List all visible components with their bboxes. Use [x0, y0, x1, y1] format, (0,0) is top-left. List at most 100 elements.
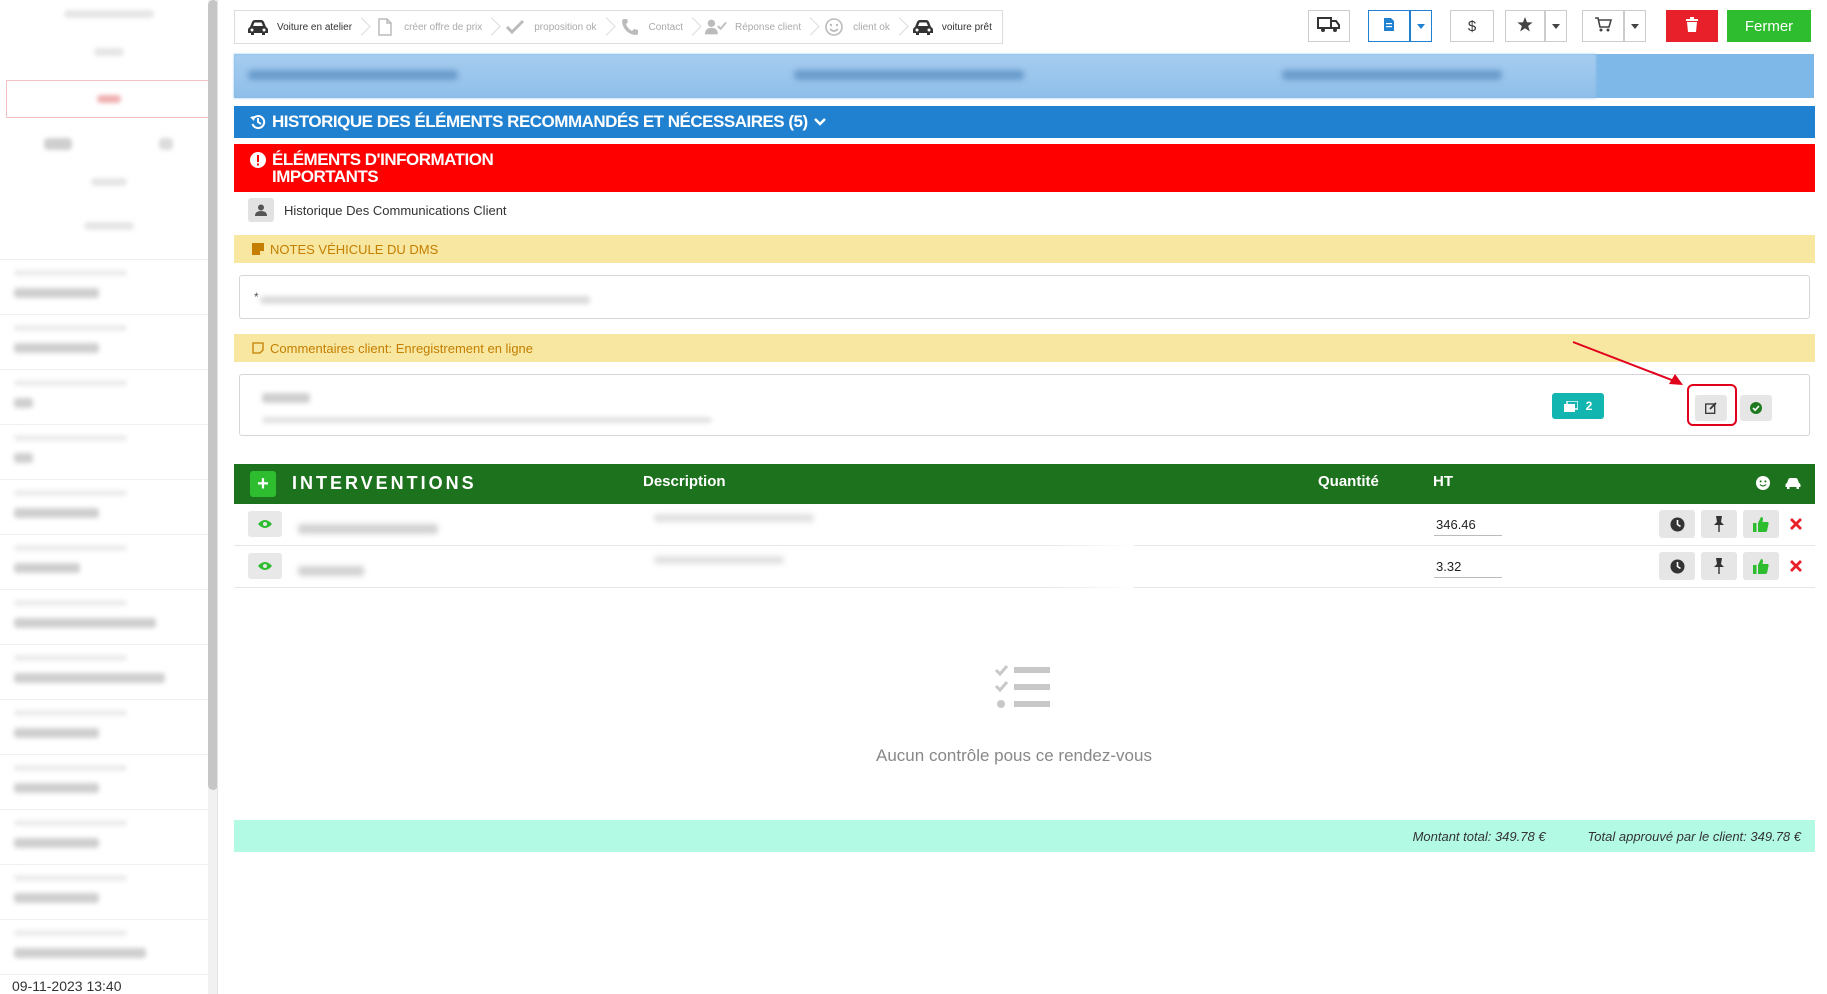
note-icon	[252, 243, 264, 255]
interventions-header: + INTERVENTIONS Description Quantité HT	[234, 464, 1815, 504]
column-ht: HT	[1433, 473, 1453, 490]
step-label: Réponse client	[734, 21, 802, 33]
cart-button[interactable]	[1582, 10, 1624, 42]
images-count: 2	[1585, 399, 1593, 413]
vehicle-transport-button[interactable]	[1308, 10, 1350, 42]
total-amount: Montant total: 349.78 €	[1412, 828, 1546, 844]
empty-state-message: Aucun contrôle pous ce rendez-vous	[876, 746, 1152, 765]
dollar-icon: $	[1467, 17, 1477, 35]
delete-row-button[interactable]	[1786, 512, 1806, 536]
sidebar-field	[0, 645, 217, 700]
step-creer-offre[interactable]: créer offre de prix	[362, 11, 492, 43]
cart-icon	[1594, 16, 1612, 36]
sidebar-field	[0, 590, 217, 645]
dms-notes-title: NOTES VÉHICULE DU DMS	[270, 241, 439, 257]
client-comments-title: Commentaires client: Enregistrement en l…	[270, 340, 534, 356]
step-contact[interactable]: Contact	[607, 11, 693, 43]
totals-bar: Montant total: 349.78 € Total approuvé p…	[234, 820, 1815, 852]
edit-comment-button[interactable]	[1695, 395, 1727, 421]
check-icon	[504, 18, 526, 36]
alert-icon	[250, 152, 266, 168]
approved-total-amount: Total approuvé par le client: 349.78 €	[1587, 828, 1801, 844]
toolbar: Voiture en atelier créer offre de prix p…	[234, 10, 1815, 46]
add-intervention-button[interactable]: +	[250, 471, 276, 497]
sidebar-field	[0, 865, 217, 920]
ht-value[interactable]: 346.46	[1434, 517, 1502, 536]
favorite-dropdown-toggle[interactable]	[1545, 10, 1567, 42]
sidebar-footer-timestamp: 09-11-2023 13:40	[12, 978, 122, 994]
main-content: Voiture en atelier créer offre de prix p…	[234, 0, 1815, 994]
chevron-down-icon	[1417, 23, 1425, 29]
sidebar-field	[0, 810, 217, 865]
step-proposition-ok[interactable]: proposition ok	[492, 11, 606, 43]
delete-button[interactable]	[1666, 10, 1718, 42]
sidebar-field	[0, 700, 217, 755]
validate-comment-button[interactable]	[1740, 395, 1772, 421]
step-label: client ok	[853, 21, 890, 33]
approve-button[interactable]	[1743, 510, 1779, 538]
table-row: 3.32	[234, 546, 1815, 588]
favorite-button[interactable]	[1505, 10, 1545, 42]
document-button[interactable]	[1368, 10, 1410, 42]
interventions-title: INTERVENTIONS	[292, 473, 477, 493]
edit-icon	[1705, 402, 1717, 414]
column-quantity: Quantité	[1318, 473, 1379, 490]
price-button[interactable]: $	[1450, 10, 1494, 42]
clock-icon	[1670, 559, 1685, 574]
note-outline-icon	[252, 342, 264, 354]
sidebar-field	[0, 480, 217, 535]
chevron-down-icon	[1631, 23, 1639, 29]
client-communications-label: Historique Des Communications Client	[284, 202, 507, 218]
check-circle-icon	[1750, 402, 1762, 414]
step-label: Voiture en atelier	[277, 21, 353, 33]
smile-icon	[1756, 476, 1770, 495]
history-section-toggle[interactable]: HISTORIQUE DES ÉLÉMENTS RECOMMANDÉS ET N…	[234, 106, 1815, 138]
client-communications-link[interactable]: Historique Des Communications Client	[248, 198, 507, 222]
sidebar-header	[0, 10, 217, 260]
history-title: HISTORIQUE DES ÉLÉMENTS RECOMMANDÉS ET N…	[272, 112, 808, 131]
phone-icon	[619, 18, 641, 36]
images-badge-button[interactable]: 2	[1552, 393, 1604, 419]
sidebar-field	[0, 425, 217, 480]
user-icon	[248, 198, 274, 222]
step-label: voiture prêt	[941, 21, 992, 33]
step-reponse-client[interactable]: Réponse client	[693, 11, 811, 43]
vehicle-info-banner	[234, 54, 1814, 98]
step-voiture-en-atelier[interactable]: Voiture en atelier	[235, 11, 362, 43]
dms-notes-content: *	[239, 275, 1810, 319]
car-icon	[1785, 476, 1801, 494]
table-row: 346.46	[234, 504, 1815, 546]
images-icon	[1563, 400, 1578, 412]
star-icon	[1517, 16, 1533, 36]
workflow-steps: Voiture en atelier créer offre de prix p…	[234, 10, 1003, 44]
sidebar-field	[0, 370, 217, 425]
step-label: Contact	[648, 21, 683, 33]
step-label: créer offre de prix	[404, 21, 483, 33]
pin-button[interactable]	[1701, 510, 1737, 538]
step-client-ok[interactable]: client ok	[811, 11, 900, 43]
car-icon	[912, 18, 934, 36]
schedule-button[interactable]	[1659, 552, 1695, 580]
column-description: Description	[643, 473, 726, 490]
cart-dropdown-toggle[interactable]	[1624, 10, 1646, 42]
step-voiture-pret[interactable]: voiture prêt	[900, 11, 1002, 43]
clock-icon	[1670, 517, 1685, 532]
pin-button[interactable]	[1701, 552, 1737, 580]
delete-row-button[interactable]	[1786, 554, 1806, 578]
approve-button[interactable]	[1743, 552, 1779, 580]
sidebar-scrollbar[interactable]	[208, 0, 217, 790]
dms-notes-header: NOTES VÉHICULE DU DMS	[234, 235, 1815, 263]
sidebar-field	[0, 920, 217, 975]
sidebar-highlight-box	[6, 80, 211, 118]
close-button[interactable]: Fermer	[1727, 10, 1811, 42]
annotation-arrow	[1572, 341, 1683, 385]
user-check-icon	[704, 18, 727, 36]
checklist-icon	[994, 664, 1052, 717]
pin-icon	[1713, 558, 1725, 574]
left-sidebar: 09-11-2023 13:40	[0, 0, 218, 994]
document-dropdown-toggle[interactable]	[1410, 10, 1432, 42]
important-title: ÉLÉMENTS D'INFORMATION IMPORTANTS	[272, 150, 494, 186]
history-icon	[250, 114, 266, 130]
schedule-button[interactable]	[1659, 510, 1695, 538]
ht-value[interactable]: 3.32	[1434, 559, 1502, 578]
